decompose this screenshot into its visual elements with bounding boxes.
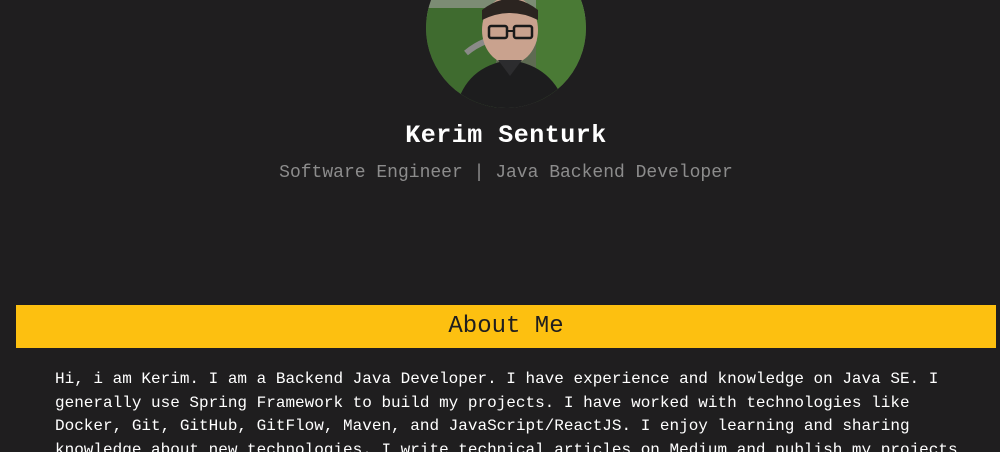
profile-subtitle: Software Engineer | Java Backend Develop… <box>279 163 733 183</box>
about-paragraph: Hi, i am Kerim. I am a Backend Java Deve… <box>55 370 958 452</box>
about-section-header: About Me <box>16 305 996 348</box>
about-heading: About Me <box>448 313 564 340</box>
profile-photo <box>426 0 586 108</box>
profile-avatar <box>426 0 586 108</box>
profile-name: Kerim Senturk <box>405 121 607 150</box>
